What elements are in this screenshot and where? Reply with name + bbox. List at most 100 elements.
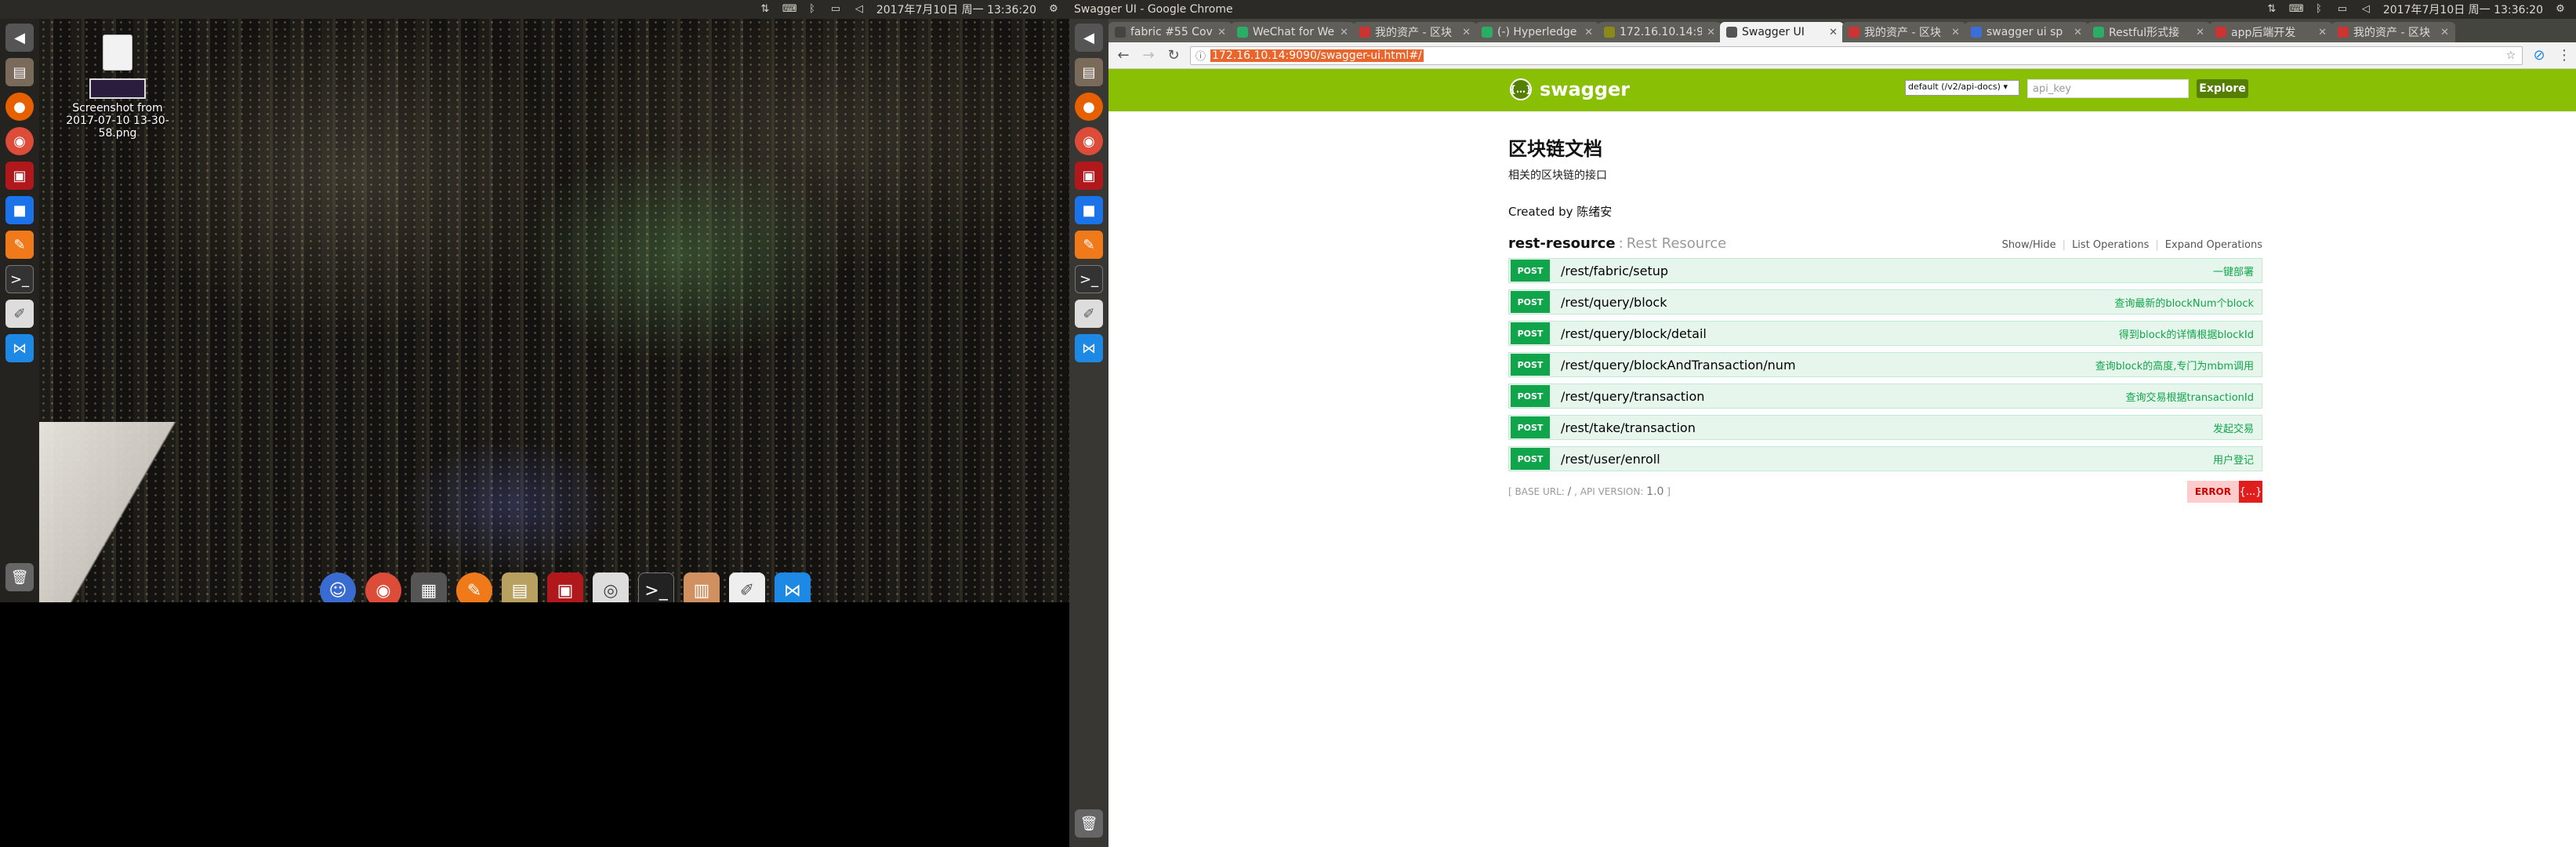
gear-icon[interactable]: ⚙ <box>1047 4 1060 15</box>
finder-icon[interactable]: ☺ <box>320 573 356 602</box>
operation-path[interactable]: /rest/query/blockAndTransaction/num <box>1561 358 1796 373</box>
close-icon[interactable]: ✕ <box>2440 27 2449 38</box>
operation-path[interactable]: /rest/query/block/detail <box>1561 326 1707 341</box>
bluetooth-icon[interactable]: ᛒ <box>806 4 818 15</box>
close-icon[interactable]: ✕ <box>2196 27 2204 38</box>
chrome-icon[interactable]: ◉ <box>5 127 34 155</box>
files-icon[interactable]: ▤ <box>1075 58 1103 86</box>
vscode-icon[interactable]: ⋈ <box>1075 334 1103 362</box>
terminal-red-icon[interactable]: ▣ <box>5 162 34 190</box>
browser-tab[interactable]: 我的资产 - 区块 ✕ <box>2331 22 2455 42</box>
chrome-icon[interactable]: ◉ <box>365 573 401 602</box>
browser-tab[interactable]: 172.16.10.14:9 ✕ <box>1598 22 1722 42</box>
chrome-icon[interactable]: ◉ <box>1075 127 1103 155</box>
slides-icon[interactable]: ▣ <box>547 573 583 602</box>
browser-tab[interactable]: app后端开发 ✕ <box>2209 22 2333 42</box>
tools-icon[interactable]: ✎ <box>1075 231 1103 259</box>
swagger-logo[interactable]: {…} swagger <box>1509 78 1630 100</box>
firefox-icon[interactable]: ● <box>1075 93 1103 121</box>
operation-summary[interactable]: 得到block的详情根据blockId <box>2119 326 2254 341</box>
close-icon[interactable]: ✕ <box>1951 27 1960 38</box>
http-method-badge[interactable]: POST <box>1511 291 1550 313</box>
operation-row[interactable]: POST/rest/query/blockAndTransaction/num 查… <box>1508 352 2262 377</box>
close-icon[interactable]: ✕ <box>1462 27 1471 38</box>
tools-icon[interactable]: ✎ <box>5 231 34 259</box>
browser-tab[interactable]: fabric #55 Cov ✕ <box>1108 22 1232 42</box>
http-method-badge[interactable]: POST <box>1511 448 1550 470</box>
trash-icon[interactable]: 🗑 <box>1075 809 1103 838</box>
reload-icon[interactable]: ↻ <box>1165 47 1182 64</box>
browser-tab[interactable]: 我的资产 - 区块 ✕ <box>1842 22 1966 42</box>
operation-summary[interactable]: 一键部署 <box>2213 264 2254 278</box>
network-icon[interactable]: ⇅ <box>2266 4 2278 15</box>
star-icon[interactable]: ☆ <box>2505 49 2516 62</box>
operation-row[interactable]: POST/rest/user/enroll 用户登记 <box>1508 446 2262 471</box>
clock[interactable]: 2017年7月10日 周一 13:36:20 <box>876 2 1036 17</box>
browser-tab[interactable]: swagger ui sp ✕ <box>1965 22 2088 42</box>
operation-summary[interactable]: 发起交易 <box>2213 420 2254 435</box>
text-editor-icon[interactable]: ✐ <box>729 573 765 602</box>
menu-icon[interactable]: ⋮ <box>2556 47 2573 64</box>
browser-tab[interactable]: (-) Hyperledge ✕ <box>1475 22 1599 42</box>
http-method-badge[interactable]: POST <box>1511 322 1550 344</box>
api-key-input[interactable]: api_key <box>2027 79 2189 98</box>
keyboard-icon[interactable]: ⌨ <box>782 4 797 15</box>
http-method-badge[interactable]: POST <box>1511 416 1550 438</box>
desktop-file[interactable]: Screenshot from 2017-07-10 13-30-58.png <box>59 35 176 140</box>
terminal-red-icon[interactable]: ▣ <box>1075 162 1103 190</box>
browser-tab[interactable]: 我的资产 - 区块 ✕ <box>1353 22 1477 42</box>
operation-summary[interactable]: 查询block的高度,专门为mbm调用 <box>2095 358 2254 373</box>
list-operations-link[interactable]: List Operations <box>2072 239 2149 251</box>
operation-row[interactable]: POST/rest/fabric/setup 一键部署 <box>1508 258 2262 283</box>
volume-icon[interactable]: ◁ <box>2360 4 2372 15</box>
browser-tab[interactable]: Restful形式接 ✕ <box>2087 22 2211 42</box>
pen-icon[interactable]: ✎ <box>456 573 492 602</box>
close-icon[interactable]: ✕ <box>2073 27 2082 38</box>
operation-row[interactable]: POST/rest/query/block 查询最新的blockNum个block <box>1508 289 2262 314</box>
close-icon[interactable]: ✕ <box>1829 27 1838 38</box>
operation-row[interactable]: POST/rest/query/block/detail 得到block的详情根据… <box>1508 321 2262 346</box>
clock[interactable]: 2017年7月10日 周一 13:36:20 <box>2383 2 2543 17</box>
battery-icon[interactable]: ▭ <box>829 4 842 15</box>
expand-operations-link[interactable]: Expand Operations <box>2165 239 2262 251</box>
operation-summary[interactable]: 查询最新的blockNum个block <box>2114 295 2254 310</box>
terminal-icon[interactable]: >_ <box>1075 265 1103 293</box>
text-editor-icon[interactable]: ✐ <box>5 300 34 328</box>
close-icon[interactable]: ✕ <box>1217 27 1226 38</box>
extension-icon[interactable]: ⊘ <box>2531 47 2548 64</box>
show-hide-link[interactable]: Show/Hide <box>2002 239 2056 251</box>
close-icon[interactable]: ✕ <box>1340 27 1348 38</box>
operation-path[interactable]: /rest/user/enroll <box>1561 452 1660 467</box>
files-icon[interactable]: ▤ <box>5 58 34 86</box>
operation-summary[interactable]: 查询交易根据transactionId <box>2125 389 2254 404</box>
http-method-badge[interactable]: POST <box>1511 385 1550 407</box>
text-editor-icon[interactable]: ✐ <box>1075 300 1103 328</box>
camera-icon[interactable]: ■ <box>1075 196 1103 224</box>
terminal-icon[interactable]: >_ <box>5 265 34 293</box>
spec-select[interactable]: default (/v2/api-docs) ▾ <box>1905 80 2019 96</box>
firefox-icon[interactable]: ● <box>5 93 34 121</box>
operation-path[interactable]: /rest/query/block <box>1561 295 1667 310</box>
explore-button[interactable]: Explore <box>2197 79 2248 98</box>
browser-tab[interactable]: WeChat for We ✕ <box>1231 22 1355 42</box>
clapper-icon[interactable]: ▦ <box>411 573 447 602</box>
camera-icon[interactable]: ■ <box>5 196 34 224</box>
gear-icon[interactable]: ⚙ <box>2554 4 2567 15</box>
keyboard-icon[interactable]: ⌨ <box>2289 4 2304 15</box>
back-icon[interactable]: ◀ <box>5 24 34 52</box>
vscode-icon[interactable]: ⋈ <box>775 573 811 602</box>
forward-arrow-icon[interactable]: → <box>1140 47 1157 64</box>
vscode-icon[interactable]: ⋈ <box>5 334 34 362</box>
operation-summary[interactable]: 用户登记 <box>2213 452 2254 467</box>
url-text[interactable]: 172.16.10.14:9090/swagger-ui.html#/ <box>1210 49 1424 62</box>
error-label[interactable]: ERROR <box>2186 481 2239 503</box>
operation-row[interactable]: POST/rest/query/transaction 查询交易根据transac… <box>1508 384 2262 409</box>
notes-icon[interactable]: ▤ <box>502 573 538 602</box>
network-icon[interactable]: ⇅ <box>759 4 771 15</box>
close-icon[interactable]: ✕ <box>2318 27 2327 38</box>
operation-path[interactable]: /rest/query/transaction <box>1561 389 1704 404</box>
operation-row[interactable]: POST/rest/take/transaction 发起交易 <box>1508 415 2262 440</box>
disk-icon[interactable]: ◎ <box>593 573 629 602</box>
terminal-icon[interactable]: >_ <box>638 573 674 602</box>
http-method-badge[interactable]: POST <box>1511 260 1550 282</box>
